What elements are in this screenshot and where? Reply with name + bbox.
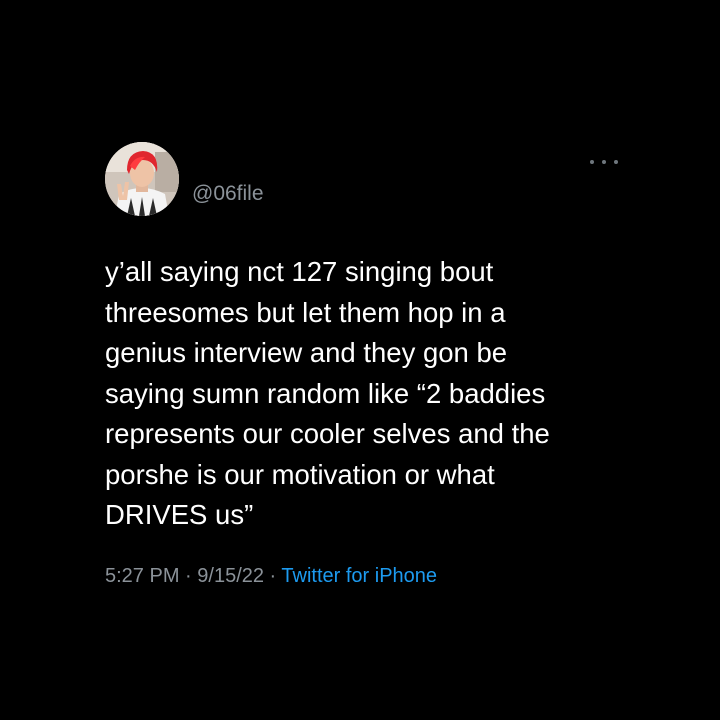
- tweet-text-line: threesomes but let them hop in a: [105, 296, 506, 328]
- tweet-source-link[interactable]: Twitter for iPhone: [281, 565, 437, 587]
- more-dot: [614, 160, 618, 164]
- meta-separator: ·: [179, 565, 198, 587]
- tweet-text-line: porshe is our motivation or what: [105, 458, 495, 490]
- tweet-text-line: y’all saying nct 127 singing bout: [105, 256, 494, 287]
- tweet-date[interactable]: 9/15/22: [197, 565, 264, 587]
- tweet-time[interactable]: 5:27 PM: [105, 565, 179, 587]
- more-dot: [590, 160, 594, 164]
- more-options-icon[interactable]: [590, 154, 618, 170]
- more-dot: [602, 160, 606, 164]
- tweet-text: y’all saying nct 127 singing bout threes…: [105, 252, 625, 536]
- avatar[interactable]: [105, 142, 179, 216]
- tweet-card: @06file y’all saying nct 127 singing bou…: [0, 0, 720, 720]
- tweet-text-line: represents our cooler selves and the: [105, 418, 550, 449]
- meta-separator: ·: [264, 565, 282, 587]
- tweet-text-line: genius interview and they gon be: [105, 337, 508, 368]
- tweet-metadata: 5:27 PM · 9/15/22 · Twitter for iPhone: [105, 564, 437, 588]
- user-handle[interactable]: @06file: [192, 182, 264, 206]
- tweet-text-line: saying sumn random like “2 baddies: [105, 377, 546, 409]
- tweet-text-line: DRIVES us”: [105, 499, 254, 530]
